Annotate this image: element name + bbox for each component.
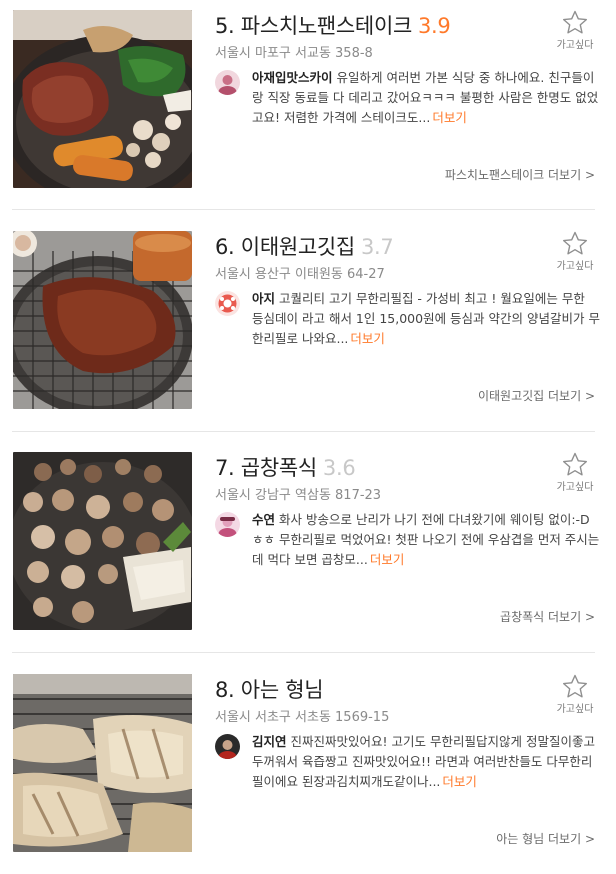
- user-avatar[interactable]: [215, 734, 240, 759]
- user-avatar[interactable]: [215, 512, 240, 537]
- wishlist-button[interactable]: 가고싶다: [555, 231, 595, 272]
- review-snippet: 수연 화사 방송으로 난리가 나기 전에 다녀왔기에 웨이팅 없이:-Dㅎㅎ 무한…: [215, 510, 599, 570]
- pork-belly-photo[interactable]: [13, 674, 192, 852]
- grilled-meat-photo[interactable]: [13, 231, 192, 409]
- wishlist-button[interactable]: 가고싶다: [555, 674, 595, 715]
- restaurant-address: 서울시 강남구 역삼동 817-23: [215, 488, 382, 503]
- restaurant-name[interactable]: 8. 아는 형님: [215, 678, 324, 702]
- restaurant-name[interactable]: 7. 곱창폭식: [215, 456, 317, 480]
- grilled-meat-photo-image: [13, 231, 192, 409]
- restaurant-item: 5. 파스치노팬스테이크 3.9 서울시 마포구 서교동 358-8 아재입맛스카…: [0, 10, 616, 210]
- gopchang-photo[interactable]: [13, 452, 192, 630]
- star-icon: [563, 452, 587, 476]
- rating-score: 3.9: [418, 14, 451, 38]
- restaurant-address: 서울시 용산구 이태원동 64-27: [215, 267, 385, 282]
- more-link[interactable]: 더보기: [370, 552, 405, 567]
- restaurant-name[interactable]: 6. 이태원고깃집: [215, 235, 355, 259]
- wishlist-label: 가고싶다: [556, 40, 594, 51]
- wishlist-button[interactable]: 가고싶다: [555, 10, 595, 51]
- pork-belly-photo-image: [13, 674, 192, 852]
- review-text: 수연 화사 방송으로 난리가 나기 전에 다녀왔기에 웨이팅 없이:-Dㅎㅎ 무한…: [252, 510, 600, 570]
- restaurant-detail-link[interactable]: 이태원고깃집 더보기 >: [478, 387, 595, 404]
- review-text: 김지연 진짜진짜맛있어요! 고기도 무한리필답지않게 정말질이좋고 두꺼워서 육즙…: [252, 732, 600, 792]
- review-body: 고퀄리티 고기 무한리필집 - 가성비 최고 ! 월요일에는 무한 등심데이 라…: [252, 291, 600, 346]
- star-icon: [563, 674, 587, 698]
- restaurant-item: 7. 곱창폭식 3.6 서울시 강남구 역삼동 817-23 수연 화사 방송으로 …: [0, 452, 616, 652]
- restaurant-title[interactable]: 8. 아는 형님: [215, 674, 329, 704]
- review-body: 화사 방송으로 난리가 나기 전에 다녀왔기에 웨이팅 없이:-Dㅎㅎ 무한리필…: [252, 512, 600, 567]
- more-link[interactable]: 더보기: [432, 110, 467, 125]
- review-text: 아지 고퀄리티 고기 무한리필집 - 가성비 최고 ! 월요일에는 무한 등심데이…: [252, 289, 600, 349]
- divider: [12, 652, 595, 653]
- reviewer-name[interactable]: 김지연: [252, 734, 287, 749]
- steak-photo-image: [13, 10, 192, 188]
- rating-score: 3.7: [360, 235, 394, 259]
- user-avatar[interactable]: [215, 70, 240, 95]
- restaurant-title[interactable]: 6. 이태원고깃집 3.7: [215, 231, 394, 261]
- restaurant-detail-link[interactable]: 곱창폭식 더보기 >: [500, 608, 595, 625]
- user-avatar[interactable]: [215, 291, 240, 316]
- reviewer-name[interactable]: 아재입맛스카이: [252, 70, 333, 85]
- restaurant-address: 서울시 마포구 서교동 358-8: [215, 46, 373, 61]
- reviewer-name[interactable]: 수연: [252, 512, 275, 527]
- star-icon: [563, 231, 587, 255]
- restaurant-name[interactable]: 5. 파스치노팬스테이크: [215, 14, 412, 38]
- reviewer-name[interactable]: 아지: [252, 291, 275, 306]
- wishlist-button[interactable]: 가고싶다: [555, 452, 595, 493]
- restaurant-title[interactable]: 5. 파스치노팬스테이크 3.9: [215, 10, 451, 40]
- wishlist-label: 가고싶다: [556, 704, 594, 715]
- star-icon: [563, 10, 587, 34]
- steak-photo[interactable]: [13, 10, 192, 188]
- review-snippet: 아지 고퀄리티 고기 무한리필집 - 가성비 최고 ! 월요일에는 무한 등심데이…: [215, 289, 600, 349]
- rating-score: 3.6: [322, 456, 356, 480]
- gopchang-photo-image: [13, 452, 192, 630]
- divider: [12, 431, 595, 432]
- restaurant-address: 서울시 서초구 서초동 1569-15: [215, 710, 390, 725]
- restaurant-item: 6. 이태원고깃집 3.7 서울시 용산구 이태원동 64-27 아지 고퀄리티 고…: [0, 231, 616, 431]
- wishlist-label: 가고싶다: [556, 261, 594, 272]
- review-snippet: 아재입맛스카이 유일하게 여러번 가본 식당 중 하나에요. 친구들이랑 직장 동…: [215, 68, 598, 128]
- more-link[interactable]: 더보기: [350, 331, 385, 346]
- divider: [12, 209, 595, 210]
- restaurant-item: 8. 아는 형님 서울시 서초구 서초동 1569-15 김지연 진짜진짜맛있어요…: [0, 674, 616, 874]
- more-link[interactable]: 더보기: [442, 774, 477, 789]
- restaurant-title[interactable]: 7. 곱창폭식 3.6: [215, 452, 356, 482]
- review-snippet: 김지연 진짜진짜맛있어요! 고기도 무한리필답지않게 정말질이좋고 두꺼워서 육즙…: [215, 732, 595, 792]
- review-body: 진짜진짜맛있어요! 고기도 무한리필답지않게 정말질이좋고 두꺼워서 육즙짱고 …: [252, 734, 595, 789]
- restaurant-detail-link[interactable]: 아는 형님 더보기 >: [496, 830, 595, 847]
- review-text: 아재입맛스카이 유일하게 여러번 가본 식당 중 하나에요. 친구들이랑 직장 동…: [252, 68, 600, 128]
- wishlist-label: 가고싶다: [556, 482, 594, 493]
- restaurant-detail-link[interactable]: 파스치노팬스테이크 더보기 >: [445, 166, 595, 183]
